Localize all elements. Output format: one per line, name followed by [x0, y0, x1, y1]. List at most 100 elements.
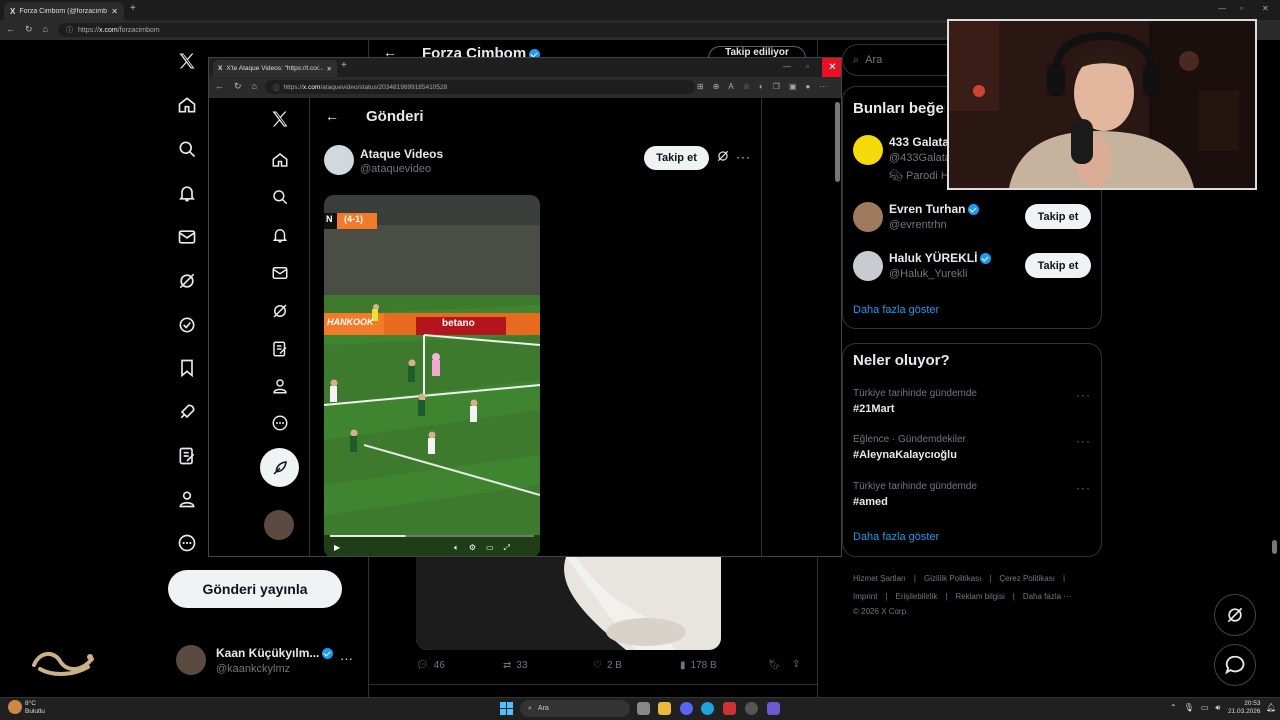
messages-icon[interactable] — [176, 226, 198, 248]
home-icon[interactable]: ⌂ — [43, 24, 48, 35]
favorite-icon[interactable]: ☆ — [743, 82, 750, 91]
footer-link[interactable]: Gizlilik Politikası — [924, 574, 981, 583]
edge-icon[interactable] — [701, 702, 714, 715]
follow-button[interactable]: Takip et — [1025, 204, 1091, 229]
app-icon[interactable] — [723, 702, 736, 715]
bookmarks-icon[interactable] — [176, 357, 198, 379]
show-more-link[interactable]: Daha fazla göster — [853, 304, 939, 316]
more-icon[interactable] — [269, 412, 291, 434]
back-arrow-icon[interactable]: ← — [325, 108, 339, 124]
footer-link[interactable]: Imprint — [853, 592, 877, 601]
chat-float-button[interactable] — [1214, 644, 1256, 686]
search-icon[interactable] — [269, 186, 291, 208]
footer-link[interactable]: Erişilebilirlik — [896, 592, 938, 601]
account-switcher[interactable]: Kaan Küçükyılm... @kaankckylmz ··· — [176, 645, 366, 677]
file-explorer-icon[interactable] — [658, 702, 671, 715]
reload-icon[interactable]: ↻ — [25, 24, 33, 35]
share-icon[interactable]: ⇪ — [792, 659, 800, 670]
maximize-icon[interactable]: ▫ — [806, 62, 809, 71]
menu-icon[interactable]: ··· — [819, 82, 827, 91]
grok-icon[interactable] — [269, 300, 291, 322]
post-image[interactable] — [416, 557, 721, 650]
x-logo-icon[interactable] — [269, 108, 291, 130]
avatar[interactable] — [853, 135, 883, 165]
trend-title[interactable]: #AleynaKalaycıoğlu — [853, 449, 957, 461]
follow-button[interactable]: Takip et — [1025, 253, 1091, 278]
avatar[interactable] — [853, 202, 883, 232]
grok-icon[interactable] — [176, 270, 198, 292]
fullscreen-icon[interactable]: ⤢ — [504, 543, 510, 553]
notifications-icon[interactable] — [176, 182, 198, 204]
suggested-name[interactable]: 433 Galatasaray — [889, 135, 947, 149]
search-icon[interactable] — [176, 138, 198, 160]
popup-browser-window[interactable]: X X'te Ataque Videos: "https://t.co/... … — [208, 57, 842, 557]
taskbar-search[interactable]: ⌕ Ara — [520, 700, 630, 717]
post-button[interactable]: Gönderi yayınla — [168, 570, 342, 608]
like-button[interactable]: ♡ 2 B — [593, 660, 622, 671]
home-icon[interactable] — [176, 94, 198, 116]
home-icon[interactable]: ⌂ — [252, 81, 257, 92]
trend-more-icon[interactable]: ··· — [1076, 388, 1091, 402]
clock[interactable]: 20:53 21.03.2026 — [1228, 700, 1261, 716]
rocket-icon[interactable] — [176, 401, 198, 423]
more-options-icon[interactable]: ··· — [340, 651, 353, 666]
suggested-name-row[interactable]: Evren Turhan — [889, 202, 980, 216]
extensions-icon[interactable]: ◐ — [759, 82, 764, 91]
lists-icon[interactable] — [269, 338, 291, 360]
split-icon[interactable]: ▣ — [789, 82, 797, 91]
grok-icon[interactable] — [716, 149, 730, 163]
trend-more-icon[interactable]: ··· — [1076, 481, 1091, 495]
minimize-icon[interactable]: — — [1218, 4, 1226, 13]
popup-scrollbar[interactable] — [835, 102, 840, 182]
read-aloud-icon[interactable]: A — [728, 82, 733, 91]
footer-link[interactable]: Çerez Politikası — [999, 574, 1055, 583]
bookmark-icon[interactable]: 🔖︎ — [768, 660, 781, 671]
profile-icon[interactable]: ● — [806, 82, 811, 91]
settings-icon[interactable]: ⚙︎ — [469, 543, 476, 553]
reply-button[interactable]: 💬︎ 46 — [416, 660, 445, 671]
back-icon[interactable]: ← — [6, 24, 15, 35]
footer-link[interactable]: Reklam bilgisi — [955, 592, 1004, 601]
verified-orgs-icon[interactable] — [176, 314, 198, 336]
new-tab-button[interactable]: + — [341, 60, 347, 71]
start-windows-icon[interactable] — [500, 702, 513, 715]
footer-link[interactable]: Daha fazla ··· — [1023, 592, 1071, 601]
footer-link[interactable]: Hizmet Şartları — [853, 574, 906, 583]
close-window-icon[interactable]: ✕ — [1262, 4, 1269, 13]
trend-more-icon[interactable]: ··· — [1076, 434, 1091, 448]
weather-widget[interactable]: 8°C Bulutlu — [25, 700, 45, 716]
minimize-icon[interactable]: — — [783, 62, 791, 71]
trend-title[interactable]: #21Mart — [853, 403, 895, 415]
reload-icon[interactable]: ↻ — [234, 81, 242, 92]
outer-tab[interactable]: X Forza Cimbom (@forzacimbom) / ✕ — [4, 2, 124, 20]
popup-tab[interactable]: X X'te Ataque Videos: "https://t.co/... … — [213, 60, 337, 77]
discord-icon[interactable] — [680, 702, 693, 715]
home-icon[interactable] — [269, 149, 291, 171]
notifications-icon[interactable] — [269, 224, 291, 246]
views-button[interactable]: ▮ 178 B — [680, 660, 717, 671]
suggested-name-row[interactable]: Haluk YÜREKLİ — [889, 251, 992, 265]
new-tab-button[interactable]: + — [130, 3, 136, 14]
x-logo-icon[interactable] — [176, 50, 198, 72]
show-more-link[interactable]: Daha fazla göster — [853, 531, 939, 543]
author-name[interactable]: Ataque Videos — [360, 147, 443, 161]
zoom-icon[interactable]: ⊕ — [713, 82, 720, 91]
more-icon[interactable] — [176, 532, 198, 554]
mic-icon[interactable]: 🎙︎ — [1184, 703, 1194, 713]
site-info-icon[interactable]: ⓘ — [66, 25, 73, 35]
chevron-up-icon[interactable]: ⌃ — [1170, 703, 1177, 713]
compose-button[interactable] — [260, 448, 299, 487]
task-view-icon[interactable] — [637, 702, 650, 715]
close-icon[interactable]: ✕ — [111, 7, 118, 16]
captions-icon[interactable]: ▭ — [486, 543, 494, 553]
profile-icon[interactable] — [269, 375, 291, 397]
collections-icon[interactable]: ❐ — [773, 82, 780, 91]
close-window-icon[interactable]: ✕ — [822, 58, 841, 77]
avatar[interactable] — [264, 510, 294, 540]
system-tray[interactable]: ⌃ 🎙︎ ▭ 🔊︎ — [1170, 703, 1220, 713]
avatar[interactable] — [324, 145, 354, 175]
repost-button[interactable]: ⇄ 33 — [503, 660, 528, 671]
site-info-icon[interactable]: ⓘ — [273, 82, 280, 92]
follow-button[interactable]: Takip et — [644, 146, 709, 170]
page-scrollbar[interactable] — [1272, 540, 1277, 554]
